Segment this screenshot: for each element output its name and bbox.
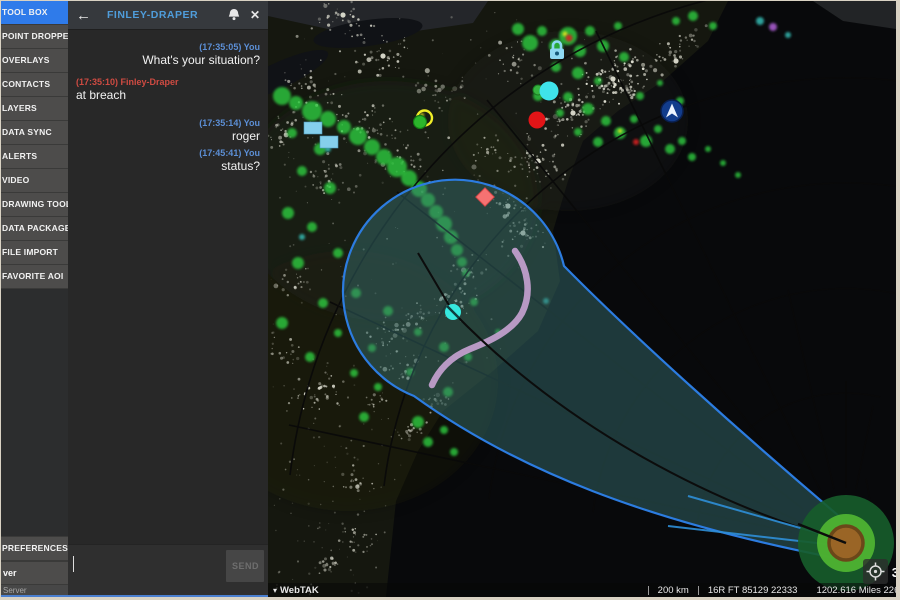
chat-message: (17:35:10) Finley-Draper at breach <box>76 77 260 102</box>
chat-message-text: What's your situation? <box>76 53 260 67</box>
sidebar-item[interactable]: OVERLAYS <box>1 49 68 73</box>
map-scale-label: 200 km <box>658 585 689 596</box>
chat-message-text: roger <box>76 129 260 143</box>
sidebar-item[interactable]: FILE IMPORT <box>1 241 68 265</box>
chat-header: ← FINLEY-DRAPER ✕ <box>68 1 268 30</box>
annotation-rect-2[interactable] <box>320 136 338 148</box>
sidebar-item[interactable]: POINT DROPPER <box>1 25 68 49</box>
sidebar-item[interactable]: CONTACTS <box>1 73 68 97</box>
server-name[interactable]: ver <box>1 561 68 584</box>
zoom-level-badge: 3 <box>892 565 896 580</box>
send-button[interactable]: SEND <box>226 550 264 582</box>
notification-bell-icon[interactable] <box>226 7 242 23</box>
statusbar-separator <box>698 586 699 595</box>
crosshair-icon <box>863 559 888 584</box>
webtak-window: TOOL BOXPOINT DROPPEROVERLAYSCONTACTSLAY… <box>1 1 896 597</box>
sidebar-item[interactable]: ALERTS <box>1 145 68 169</box>
hostile-dot-marker[interactable] <box>529 112 546 129</box>
locate-crosshair-button[interactable] <box>863 559 888 584</box>
chat-message-meta: (17:35:05) You <box>76 42 260 52</box>
mgrs-coordinates: 16R FT 85129 22333 <box>708 585 798 596</box>
chat-message: (17:35:14) You roger <box>76 118 260 143</box>
server-type-label: Server <box>1 584 68 597</box>
map-container: ▾ WebTAK 200 km 16R FT 85129 22333 1202.… <box>268 1 896 597</box>
sidebar-item-preferences[interactable]: PREFERENCES <box>1 536 68 561</box>
webtak-menu-caret-icon[interactable]: ▾ <box>273 586 277 595</box>
chat-message-meta: (17:35:10) Finley-Draper <box>76 77 260 87</box>
chat-panel: ← FINLEY-DRAPER ✕ (17:35:05) You What's … <box>68 1 268 597</box>
sidebar-spacer <box>1 289 68 536</box>
chat-title: FINLEY-DRAPER <box>107 9 226 21</box>
chat-message: (17:45:41) You status? <box>76 148 260 173</box>
chat-message-list: (17:35:05) You What's your situation? (1… <box>68 30 268 544</box>
close-icon[interactable]: ✕ <box>250 8 260 22</box>
text-caret <box>73 556 74 572</box>
chat-input[interactable] <box>72 551 222 591</box>
map-canvas[interactable] <box>268 1 896 597</box>
statusbar-separator <box>648 586 649 595</box>
track-point-marker[interactable] <box>445 304 461 320</box>
annotation-rect-1[interactable] <box>304 122 322 134</box>
sidebar-item[interactable]: LAYERS <box>1 97 68 121</box>
chat-message-text: status? <box>76 159 260 173</box>
chat-message-meta: (17:35:14) You <box>76 118 260 128</box>
sidebar-item[interactable]: DATA PACKAGES <box>1 217 68 241</box>
webtak-label: WebTAK <box>280 585 319 596</box>
sidebar-item[interactable]: DRAWING TOOLS <box>1 193 68 217</box>
sidebar-item[interactable]: DATA SYNC <box>1 121 68 145</box>
sidebar: TOOL BOXPOINT DROPPEROVERLAYSCONTACTSLAY… <box>1 1 68 597</box>
back-arrow-icon[interactable]: ← <box>76 8 91 23</box>
map-status-bar: ▾ WebTAK 200 km 16R FT 85129 22333 1202.… <box>268 583 896 597</box>
chat-message-text: at breach <box>76 88 260 102</box>
range-bearing-readout: 1202.616 Miles 226. <box>816 585 896 596</box>
chat-message-meta: (17:45:41) You <box>76 148 260 158</box>
chat-message: (17:35:05) You What's your situation? <box>76 42 260 67</box>
sidebar-item[interactable]: TOOL BOX <box>1 1 68 25</box>
nav-arrow-marker[interactable] <box>661 100 683 122</box>
sidebar-item[interactable]: VIDEO <box>1 169 68 193</box>
sidebar-item[interactable]: FAVORITE AOI <box>1 265 68 289</box>
chat-input-bar: SEND <box>68 544 268 597</box>
